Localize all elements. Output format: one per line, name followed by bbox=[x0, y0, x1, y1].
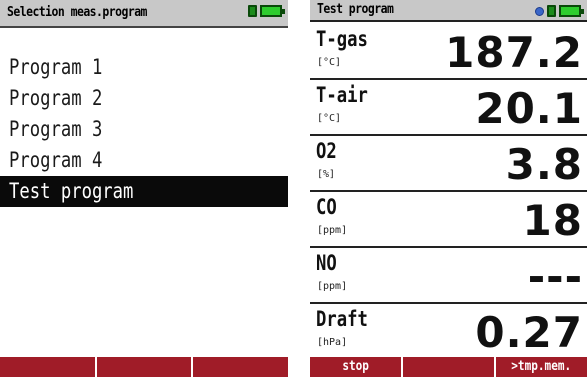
menu-item-program-3[interactable]: Program 3 bbox=[0, 114, 288, 145]
measurement-value: 0.27 bbox=[475, 308, 583, 357]
title-bar: Selection meas.program bbox=[0, 0, 288, 28]
program-menu: Program 1 Program 2 Program 3 Program 4 … bbox=[0, 52, 288, 207]
measurement-value: 20.1 bbox=[475, 84, 583, 133]
softkey-middle[interactable] bbox=[94, 357, 192, 377]
lock-icon bbox=[547, 5, 556, 17]
info-dot-icon bbox=[535, 6, 544, 16]
measurement-name: T-air bbox=[316, 83, 368, 107]
measurement-unit: [ppm] bbox=[317, 281, 348, 292]
softkey-bar bbox=[0, 357, 288, 377]
measurement-value: 18 bbox=[522, 196, 583, 245]
measurement-name: CO bbox=[316, 195, 337, 219]
measurement-row-o2: O2 [%] 3.8 bbox=[310, 136, 587, 192]
measurement-list: T-gas [°C] 187.2 T-air [°C] 20.1 O2 [%] … bbox=[310, 24, 587, 357]
measurement-row-draft: Draft [hPa] 0.27 bbox=[310, 304, 587, 360]
measurement-value: 3.8 bbox=[505, 140, 583, 189]
measurement-name: NO bbox=[316, 251, 337, 275]
measurement-row-t-air: T-air [°C] 20.1 bbox=[310, 80, 587, 136]
softkey-left[interactable] bbox=[0, 357, 95, 377]
measurement-unit: [ppm] bbox=[317, 225, 348, 236]
status-icons bbox=[535, 5, 584, 17]
measurement-row-no: NO [ppm] --- bbox=[310, 248, 587, 304]
measurement-value: 187.2 bbox=[445, 28, 583, 77]
measurement-unit: [°C] bbox=[317, 57, 342, 68]
stop-button[interactable]: stop bbox=[310, 357, 401, 377]
status-icons bbox=[248, 5, 285, 17]
measurement-value: --- bbox=[527, 252, 583, 301]
menu-item-program-2[interactable]: Program 2 bbox=[0, 83, 288, 114]
measurement-row-t-gas: T-gas [°C] 187.2 bbox=[310, 24, 587, 80]
measurement-unit: [%] bbox=[317, 169, 336, 180]
menu-item-program-4[interactable]: Program 4 bbox=[0, 145, 288, 176]
program-selection-screen: Selection meas.program Program 1 Program… bbox=[0, 0, 288, 377]
softkey-bar: stop >tmp.mem. bbox=[310, 357, 587, 377]
menu-item-test-program[interactable]: Test program bbox=[0, 176, 288, 207]
measurement-unit: [hPa] bbox=[317, 337, 348, 348]
measurement-name: T-gas bbox=[316, 27, 368, 51]
screen-title: Selection meas.program bbox=[7, 5, 147, 20]
title-bar: Test program bbox=[310, 0, 587, 22]
measurement-row-co: CO [ppm] 18 bbox=[310, 192, 587, 248]
measurement-name: O2 bbox=[316, 139, 337, 163]
battery-icon bbox=[260, 5, 285, 17]
test-program-screen: Test program T-gas [°C] 187.2 T-air [°C]… bbox=[310, 0, 587, 377]
menu-item-label: Program 3 bbox=[9, 117, 103, 141]
menu-item-program-1[interactable]: Program 1 bbox=[0, 52, 288, 83]
battery-icon bbox=[559, 5, 584, 17]
measurement-unit: [°C] bbox=[317, 113, 342, 124]
screen-title: Test program bbox=[317, 2, 394, 17]
lock-icon bbox=[248, 5, 257, 17]
softkey-right[interactable] bbox=[191, 357, 288, 377]
menu-item-label: Test program bbox=[9, 179, 134, 203]
menu-item-label: Program 2 bbox=[9, 86, 103, 110]
menu-item-label: Program 1 bbox=[9, 55, 103, 79]
menu-item-label: Program 4 bbox=[9, 148, 103, 172]
softkey-middle[interactable] bbox=[401, 357, 494, 377]
measurement-name: Draft bbox=[316, 307, 368, 331]
tmp-mem-button[interactable]: >tmp.mem. bbox=[494, 357, 587, 377]
